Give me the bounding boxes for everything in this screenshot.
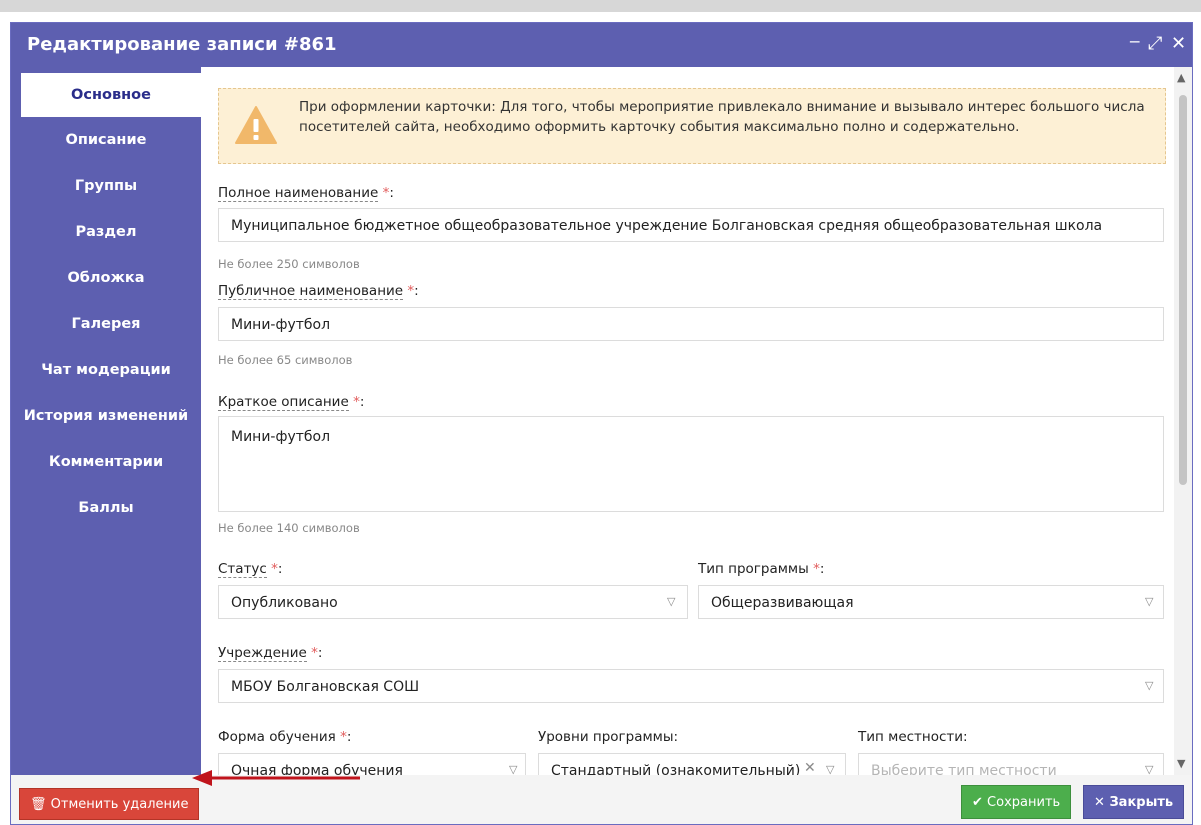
sidebar-item-opisanie[interactable]: Описание	[11, 117, 201, 163]
sidebar-item-istoriya-izmeneniy[interactable]: История изменений	[11, 393, 201, 439]
program-type-label: Тип программы *:	[698, 561, 825, 577]
program-levels-select[interactable]: Стандартный (ознакомительный)	[538, 753, 846, 775]
close-icon[interactable]: ✕	[1171, 33, 1186, 54]
trash-icon: 🗑	[30, 797, 47, 812]
clear-icon[interactable]: ✕	[804, 760, 816, 775]
annotation-arrow	[192, 770, 360, 786]
sidebar-item-chat-moderacii[interactable]: Чат модерации	[11, 347, 201, 393]
locality-type-select[interactable]: Выберите тип местности	[858, 753, 1164, 775]
sidebar-nav: Основное Описание Группы Раздел Обложка …	[11, 67, 201, 775]
minimize-icon[interactable]: ‒	[1129, 31, 1140, 52]
locality-type-label: Тип местности:	[858, 729, 968, 745]
x-icon: ✕	[1094, 795, 1105, 810]
status-chevron-down-icon: ▽	[667, 595, 676, 608]
institution-label: Учреждение *:	[218, 645, 323, 662]
check-icon: ✔	[972, 795, 983, 810]
edit-record-modal: Редактирование записи #861 ‒ ⤢ ✕ Основно…	[10, 22, 1193, 825]
program-levels-label: Уровни программы:	[538, 729, 679, 745]
status-select[interactable]: Опубликовано	[218, 585, 688, 619]
full-name-hint: Не более 250 символов	[218, 257, 360, 271]
form-content: При оформлении карточки: Для того, чтобы…	[201, 67, 1174, 775]
short-desc-hint: Не более 140 символов	[218, 521, 360, 535]
status-label: Статус *:	[218, 561, 283, 578]
scrollbar[interactable]: ▲ ▼	[1174, 67, 1192, 775]
full-name-label: Полное наименование *:	[218, 185, 394, 202]
cancel-delete-button[interactable]: 🗑 Отменить удаление	[19, 788, 200, 820]
program-levels-chevron-down-icon: ▽	[826, 763, 835, 775]
modal-titlebar: Редактирование записи #861 ‒ ⤢ ✕	[11, 23, 1192, 67]
full-name-input[interactable]: Муниципальное бюджетное общеобразователь…	[218, 208, 1164, 242]
study-form-chevron-down-icon: ▽	[509, 763, 518, 775]
sidebar-item-galereya[interactable]: Галерея	[11, 301, 201, 347]
public-name-hint: Не более 65 символов	[218, 353, 353, 367]
alert-text: При оформлении карточки: Для того, чтобы…	[299, 99, 1145, 135]
public-name-input[interactable]: Мини-футбол	[218, 307, 1164, 341]
close-button[interactable]: ✕ Закрыть	[1083, 785, 1185, 819]
short-desc-label: Краткое описание *:	[218, 394, 365, 411]
modal-title: Редактирование записи #861	[27, 34, 337, 55]
public-name-label: Публичное наименование *:	[218, 283, 419, 300]
scroll-thumb[interactable]	[1179, 95, 1187, 485]
institution-select[interactable]: МБОУ Болгановская СОШ	[218, 669, 1164, 703]
warning-alert: При оформлении карточки: Для того, чтобы…	[218, 88, 1166, 164]
scroll-up-icon[interactable]: ▲	[1177, 71, 1185, 84]
sidebar-item-kommentarii[interactable]: Комментарии	[11, 439, 201, 485]
sidebar-item-gruppy[interactable]: Группы	[11, 163, 201, 209]
locality-type-chevron-down-icon: ▽	[1145, 763, 1154, 775]
study-form-label: Форма обучения *:	[218, 729, 352, 745]
modal-footer: 🗑 Отменить удаление ✔ Сохранить ✕ Закрыт…	[11, 775, 1192, 824]
institution-chevron-down-icon: ▽	[1145, 679, 1154, 692]
program-type-select[interactable]: Общеразвивающая	[698, 585, 1164, 619]
sidebar-item-razdel[interactable]: Раздел	[11, 209, 201, 255]
sidebar-item-bally[interactable]: Баллы	[11, 485, 201, 531]
warning-icon	[235, 106, 277, 144]
scroll-down-icon[interactable]: ▼	[1177, 757, 1185, 770]
background-shade	[0, 0, 1201, 12]
short-desc-textarea[interactable]: Мини-футбол	[218, 416, 1164, 512]
save-button[interactable]: ✔ Сохранить	[961, 785, 1072, 819]
sidebar-item-oblozhka[interactable]: Обложка	[11, 255, 201, 301]
sidebar-item-osnovnoe[interactable]: Основное	[21, 73, 201, 117]
program-type-chevron-down-icon: ▽	[1145, 595, 1154, 608]
maximize-icon[interactable]: ⤢	[1148, 33, 1162, 54]
